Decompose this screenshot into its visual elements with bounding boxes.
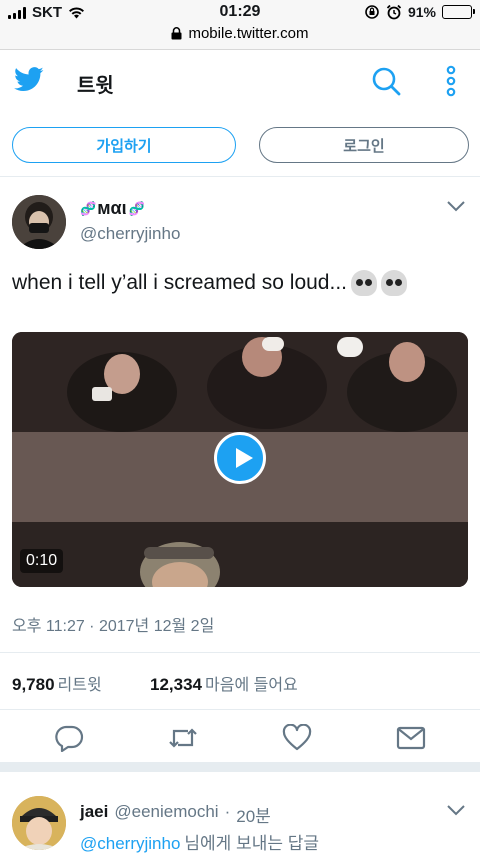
tweet-actions xyxy=(0,710,480,762)
user-handle[interactable]: @cherryjinho xyxy=(80,224,180,244)
avatar[interactable] xyxy=(12,796,66,850)
play-button[interactable] xyxy=(214,432,266,484)
display-name-text: ᴍαι xyxy=(97,198,127,218)
video-player[interactable]: 0:10 xyxy=(12,332,468,587)
dna-emoji-right: 🧬 xyxy=(128,200,145,216)
retweet-stat[interactable]: 9,780 리트윗 xyxy=(12,671,102,695)
battery-percent: 91% xyxy=(407,4,436,20)
login-button[interactable]: 로그인 xyxy=(259,127,469,163)
more-vertical-icon[interactable] xyxy=(440,65,462,97)
retweet-count: 9,780 xyxy=(12,675,55,694)
reply-to-suffix: 님에게 보내는 답글 xyxy=(184,834,319,853)
chevron-down-icon[interactable] xyxy=(446,804,466,816)
search-icon[interactable] xyxy=(370,65,402,97)
main-tweet: 🧬 ᴍαι 🧬 @cherryjinho when i tell y’all i… xyxy=(0,178,480,772)
replying-to: @cherryjinho 님에게 보내는 답글 xyxy=(80,829,319,854)
retweet-label: 리트윗 xyxy=(57,677,102,694)
display-name[interactable]: 🧬 ᴍαι 🧬 xyxy=(80,198,145,219)
dna-emoji-left: 🧬 xyxy=(80,200,96,216)
like-label: 마음에 들어요 xyxy=(205,677,298,694)
skull-emoji-icon xyxy=(381,270,407,296)
reply-display-name[interactable]: jaei xyxy=(80,802,108,827)
top-navigation: 트윗 xyxy=(0,51,480,111)
url-bar[interactable]: mobile.twitter.com xyxy=(0,25,480,42)
reply-icon[interactable] xyxy=(54,724,84,752)
reply-time: 20분 xyxy=(236,807,271,826)
auth-buttons: 가입하기 로그인 xyxy=(0,111,480,177)
status-right: 91% xyxy=(364,4,475,20)
reply-separator: · xyxy=(224,802,231,821)
reply-header: jaei @eeniemochi · 20분 xyxy=(80,802,271,827)
alarm-icon xyxy=(386,4,402,20)
share-mail-icon[interactable] xyxy=(396,724,426,752)
reply-tweet[interactable]: jaei @eeniemochi · 20분 @cherryjinho 님에게 보… xyxy=(0,782,480,854)
status-bar: SKT 01:29 91% mobile.twitter.com xyxy=(0,0,480,50)
tweet-timestamp: 오후 11:27 · 2017년 12월 2일 xyxy=(12,618,215,635)
signup-button[interactable]: 가입하기 xyxy=(12,127,236,163)
avatar-image xyxy=(12,195,66,249)
heart-icon[interactable] xyxy=(282,724,312,752)
battery-icon xyxy=(442,5,475,19)
tweet-text-body: when i tell y’all i screamed so loud... xyxy=(12,271,347,294)
like-stat[interactable]: 12,334 마음에 들어요 xyxy=(150,671,298,695)
reply-mention-link[interactable]: @cherryjinho xyxy=(80,834,180,853)
reply-handle[interactable]: @eeniemochi xyxy=(114,802,218,827)
like-count: 12,334 xyxy=(150,675,202,694)
chevron-down-icon[interactable] xyxy=(446,200,466,212)
retweet-icon[interactable] xyxy=(168,724,198,752)
video-duration: 0:10 xyxy=(20,549,64,573)
twitter-bird-icon[interactable] xyxy=(14,67,44,92)
rotation-lock-icon xyxy=(365,5,379,19)
url-text: mobile.twitter.com xyxy=(188,25,309,42)
skull-emoji-icon xyxy=(351,270,377,296)
tweet-stats: 9,780 리트윗 12,334 마음에 들어요 xyxy=(0,652,480,710)
avatar-image xyxy=(12,796,66,850)
tweet-text: when i tell y’all i screamed so loud... xyxy=(12,270,407,296)
lock-icon xyxy=(171,27,182,40)
avatar[interactable] xyxy=(12,195,66,249)
page-title: 트윗 xyxy=(77,75,114,97)
